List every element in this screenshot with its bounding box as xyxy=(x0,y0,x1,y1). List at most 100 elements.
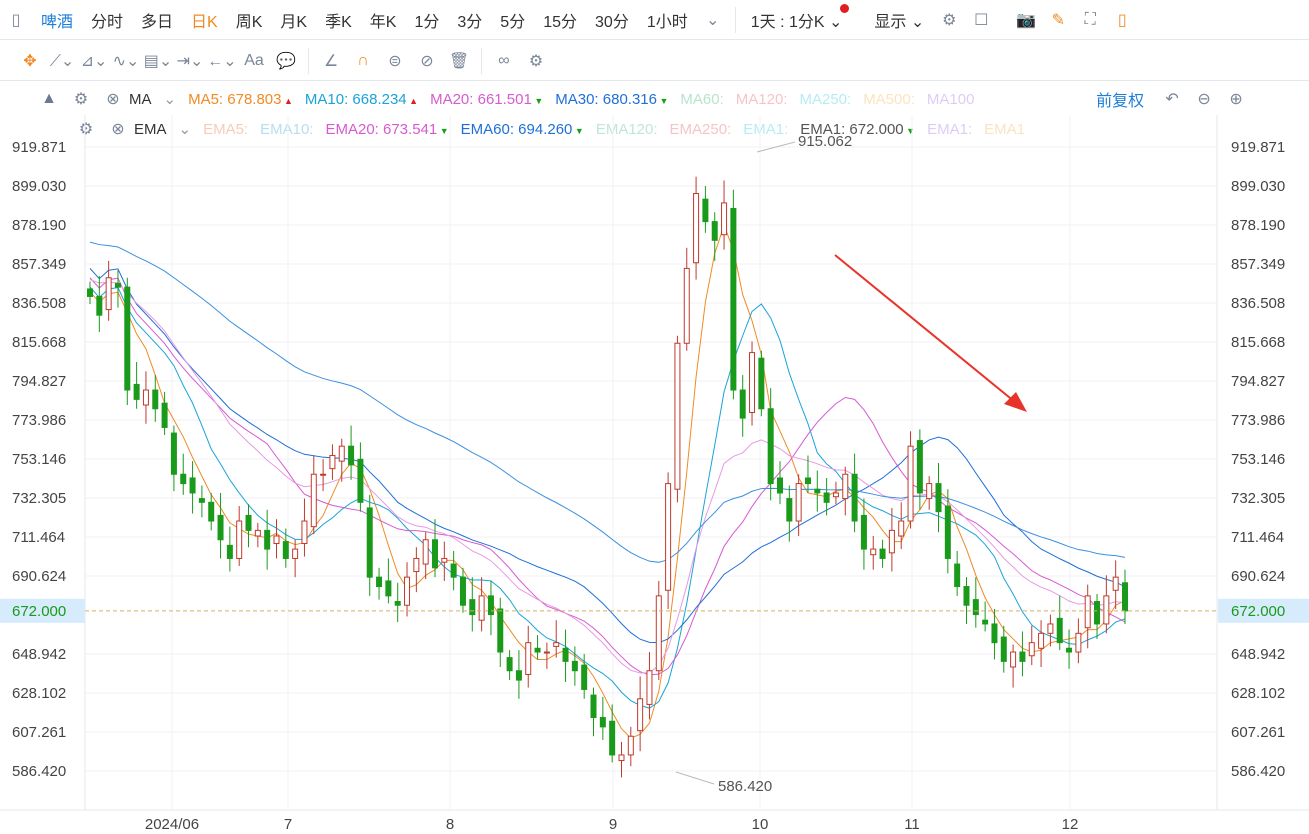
indicator-value: MA10: 668.234 ▲ xyxy=(305,91,418,108)
gear-icon[interactable]: ⚙ xyxy=(938,9,960,31)
x-tick: 12 xyxy=(1062,816,1079,833)
candle-body xyxy=(963,586,970,606)
candle-body xyxy=(1038,632,1045,649)
period-tab[interactable]: 月K xyxy=(271,8,316,32)
collapse-icon[interactable]: ▲ xyxy=(38,88,60,110)
close-icon[interactable]: ⊗ xyxy=(102,88,124,110)
polyline-tool-icon[interactable]: ⊿⌄ xyxy=(81,50,108,72)
candle-body xyxy=(562,647,569,662)
ema60-line xyxy=(89,241,1126,563)
up-arrow-icon: ▲ xyxy=(406,95,419,106)
indicator-label: MA100 xyxy=(926,90,975,108)
ema-name[interactable]: EMA xyxy=(134,121,167,138)
arrow-tool-icon[interactable]: ←⌄ xyxy=(207,50,236,72)
ema-indicator-row: ⚙ ⊗ EMA ⌄ EMA5: EMA10: EMA20: 673.541 ▼ EMA6… xyxy=(0,114,1309,144)
candle-body xyxy=(525,642,532,675)
divider xyxy=(734,6,736,33)
candle-body xyxy=(329,455,336,470)
candle-body xyxy=(777,477,783,494)
candle-body xyxy=(1010,651,1017,668)
period-tab[interactable]: 3分 xyxy=(448,8,491,32)
comment-icon[interactable]: 💬 xyxy=(275,50,297,72)
period-tab[interactable]: 5分 xyxy=(491,8,534,32)
period-tab[interactable]: 季K xyxy=(316,8,361,32)
period-tab[interactable]: 30分 xyxy=(586,8,638,32)
indicator-value: MA60: xyxy=(680,91,723,108)
period-tab[interactable]: 日K xyxy=(182,8,227,32)
trash-icon[interactable]: 🗑 xyxy=(448,50,470,72)
period-tab[interactable]: 15分 xyxy=(534,8,586,32)
pencil-icon[interactable]: ✎ xyxy=(1047,9,1069,31)
candle-body xyxy=(292,548,299,559)
indicator-value: EMA1 xyxy=(984,121,1025,138)
hide-icon[interactable]: ⊘ xyxy=(416,50,438,72)
candle-body xyxy=(814,488,821,494)
zoom-in-icon[interactable]: ⊕ xyxy=(1225,88,1247,110)
candle-body xyxy=(916,440,923,494)
compare-icon[interactable]: ∞ xyxy=(493,50,515,72)
stock-name[interactable]: 啤酒 xyxy=(32,8,82,32)
indicator-label: MA5: 678.803 xyxy=(188,90,282,108)
y-tick-left: 690.624 xyxy=(12,568,66,585)
candle-body xyxy=(637,698,644,732)
indicator-value: MA500: xyxy=(863,91,915,108)
angle-icon[interactable]: ∠ xyxy=(320,50,342,72)
period-tab[interactable]: 1分 xyxy=(405,8,448,32)
measure-tool-icon[interactable]: ⇥⌄ xyxy=(177,50,204,72)
multi-period-button[interactable]: 1天 : 1分K ⌄ xyxy=(742,3,852,32)
camera-icon[interactable]: 📷 xyxy=(1015,9,1037,31)
down-arrow-icon: ▼ xyxy=(903,125,916,136)
line-tool-icon[interactable]: ⟋⌄ xyxy=(50,50,75,72)
period-tab[interactable]: 周K xyxy=(227,8,272,32)
candle-body xyxy=(553,642,560,647)
gear-icon[interactable]: ⚙ xyxy=(75,118,97,140)
undo-icon[interactable]: ↶ xyxy=(1161,88,1183,110)
indicator-value: EMA10: xyxy=(260,121,313,138)
candle-body xyxy=(1056,617,1063,644)
candle-body xyxy=(1075,632,1082,653)
wave-tool-icon[interactable]: ∿⌄ xyxy=(113,50,140,72)
sidebar-toggle-icon[interactable]: ▯ xyxy=(5,9,27,31)
chevron-down-icon[interactable]: ⌄ xyxy=(702,9,724,31)
candle-body xyxy=(749,352,756,413)
close-icon[interactable]: ⊗ xyxy=(107,118,129,140)
indicator-label: MA10: 668.234 xyxy=(304,90,407,108)
candle-body xyxy=(1047,623,1054,634)
period-tab[interactable]: 1小时 xyxy=(638,8,697,32)
period-tab[interactable]: 多日 xyxy=(132,8,182,32)
indicator-value: EMA1: xyxy=(743,121,788,138)
current-price-left: 672.000 xyxy=(12,603,66,620)
period-tab[interactable]: 年K xyxy=(361,8,406,32)
move-icon[interactable]: ✥ xyxy=(19,50,41,72)
candle-body xyxy=(665,483,672,591)
top-toolbar: ▯ 啤酒 分时 多日 日K 周K 月K 季K 年K 1分 3分 5分 15分 30分 1小时 ⌄ 1天 … xyxy=(0,0,1309,40)
y-tick-left: 836.508 xyxy=(12,295,66,312)
y-tick-left: 773.986 xyxy=(12,412,66,429)
text-tool-icon[interactable]: Aa xyxy=(243,50,265,72)
candle-body xyxy=(534,647,541,653)
indicator-value: MA100 xyxy=(927,91,975,108)
ma-name[interactable]: MA xyxy=(129,91,152,108)
candle-body xyxy=(926,483,933,500)
panel-icon[interactable]: ▯ xyxy=(1111,9,1133,31)
fullscreen-icon[interactable]: ⛶ xyxy=(1079,9,1101,31)
zoom-out-icon[interactable]: ⊖ xyxy=(1193,88,1215,110)
candle-body xyxy=(543,651,550,654)
candle-body xyxy=(721,202,728,236)
display-button[interactable]: 显示 ⌄ xyxy=(865,8,933,32)
fib-tool-icon[interactable]: ▤⌄ xyxy=(144,50,173,72)
period-tab[interactable]: 分时 xyxy=(82,8,132,32)
candle-body xyxy=(898,520,905,537)
candle-body xyxy=(459,576,466,606)
settings-icon[interactable]: ⚙ xyxy=(525,50,547,72)
candle-body xyxy=(1028,642,1035,657)
candle-body xyxy=(758,357,765,410)
layout-icon[interactable]: ☐ xyxy=(970,9,992,31)
candle-body xyxy=(226,544,233,559)
candle-body xyxy=(590,694,597,719)
lock-icon[interactable]: ⊜ xyxy=(384,50,406,72)
gear-icon[interactable]: ⚙ xyxy=(70,88,92,110)
adjust-button[interactable]: 前复权 xyxy=(1096,87,1144,111)
magnet-icon[interactable]: ∩ xyxy=(352,50,374,72)
candle-body xyxy=(376,576,383,588)
